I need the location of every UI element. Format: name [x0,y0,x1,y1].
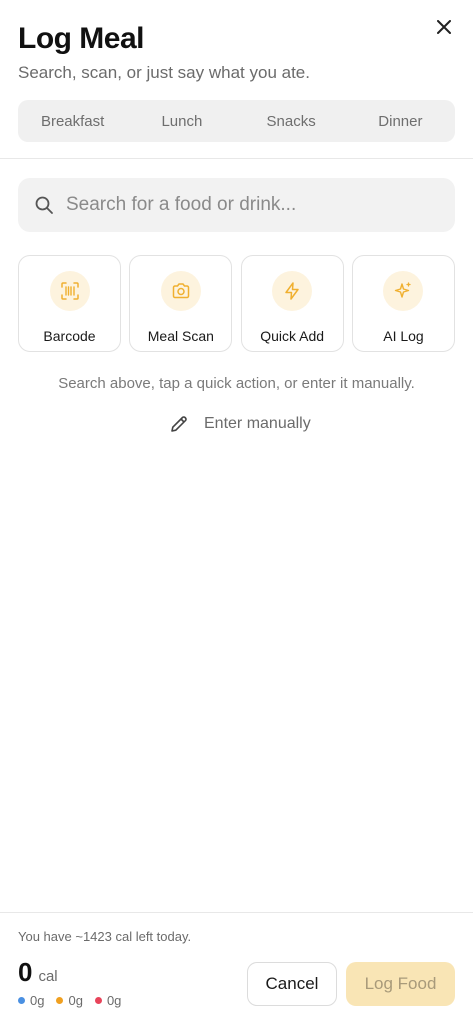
cancel-button[interactable]: Cancel [247,962,337,1006]
camera-icon [172,283,190,299]
macro-dot [94,997,102,1004]
sparkles-icon [395,282,412,298]
close-icon [437,20,451,34]
macro-carbs: 0g [56,993,83,1008]
macro-value: 0g [106,993,122,1008]
search-bar[interactable] [18,178,455,232]
quick-actions: Barcode Meal Scan Quick Add AI Log [18,255,455,352]
header-divider [0,158,473,159]
barcode-label: Barcode [43,328,96,344]
barcode-icon [60,282,79,300]
macro-value: 0g [68,993,83,1008]
meal-scan-label: Meal Scan [147,328,214,344]
log-meal-screen: Log Meal Search, scan, or just say what … [0,0,473,1024]
quick-add-label: Quick Add [260,328,325,344]
pencil-icon [168,413,190,435]
close-button[interactable] [433,16,455,38]
lightning-icon [285,282,299,300]
calorie-total: 0 cal [18,957,58,988]
page-subtitle: Search, scan, or just say what you ate. [18,63,310,82]
meal-scan-button[interactable]: Meal Scan [129,255,233,352]
tab-lunch[interactable]: Lunch [127,113,236,130]
tab-snacks[interactable]: Snacks [237,113,346,130]
helper-text: Search above, tap a quick action, or ent… [58,375,415,392]
macro-protein: 0g [18,993,44,1008]
ai-log-button[interactable]: AI Log [351,255,455,352]
calorie-unit: cal [38,968,58,985]
search-icon [34,195,54,215]
tab-dinner[interactable]: Dinner [346,113,455,130]
page-title: Log Meal [18,22,145,55]
enter-manually-label: Enter manually [204,415,311,432]
macro-value: 0g [30,993,45,1008]
tab-breakfast[interactable]: Breakfast [18,113,127,130]
meal-type-tabs: Breakfast Lunch Snacks Dinner [18,100,455,142]
macro-dot [56,997,64,1004]
calories-remaining-text: You have ~1423 cal left today. [18,929,192,944]
macro-summary: 0g 0g 0g [18,993,133,1008]
search-input[interactable] [66,194,426,216]
calorie-value: 0 [18,957,33,987]
ai-log-label: AI Log [383,328,424,344]
log-food-button[interactable]: Log Food [346,962,455,1006]
barcode-button[interactable]: Barcode [18,255,121,352]
enter-manually-button[interactable]: Enter manually [168,413,311,435]
quick-add-button[interactable]: Quick Add [240,255,344,352]
macro-dot [18,997,25,1004]
macro-fat: 0g [94,993,122,1008]
footer-divider [0,912,473,913]
